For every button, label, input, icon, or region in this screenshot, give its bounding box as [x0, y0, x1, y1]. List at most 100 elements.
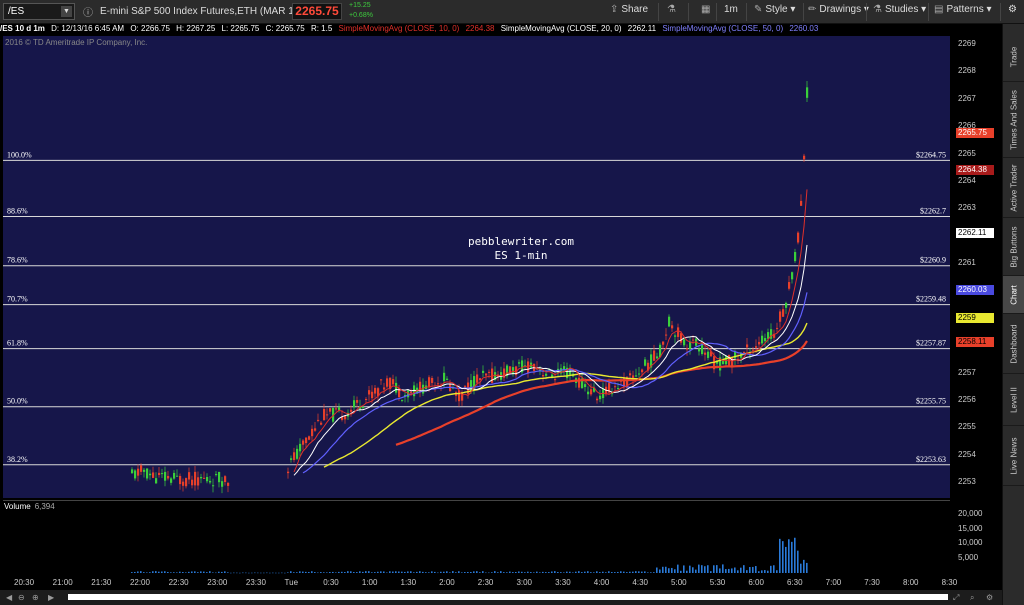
- tab-dashboard[interactable]: Dashboard: [1003, 314, 1024, 374]
- tab-trade[interactable]: Trade: [1003, 32, 1024, 82]
- price-axis[interactable]: [950, 36, 1002, 576]
- time-tick: 4:30: [632, 578, 648, 587]
- candle-body: [203, 477, 206, 479]
- candle-body: [629, 373, 632, 376]
- candle-body: [698, 348, 701, 352]
- chevron-down-icon[interactable]: ▼: [61, 6, 72, 17]
- zoom-out-icon[interactable]: ⊖: [18, 593, 25, 602]
- volume-bar: [539, 572, 541, 573]
- volume-bars: [131, 537, 808, 574]
- chevron-down-icon: ▾: [790, 4, 796, 15]
- sma10-value: 2264.38: [465, 24, 495, 33]
- scroll-right-icon[interactable]: ▶: [48, 593, 54, 602]
- volume-pane[interactable]: [3, 500, 950, 576]
- magnifier-icon[interactable]: ⌕: [970, 593, 974, 603]
- candle-body: [293, 452, 296, 461]
- candle-body: [149, 473, 152, 476]
- chart-id[interactable]: /ES 10 d 1m: [0, 24, 45, 33]
- info-icon[interactable]: ⓘ: [83, 4, 93, 19]
- fib-price-label: $2257.87: [916, 339, 946, 348]
- volume-bar: [617, 571, 619, 573]
- time-axis[interactable]: [0, 576, 1002, 590]
- time-tick: 2:00: [439, 578, 455, 587]
- candle-body: [401, 399, 404, 401]
- watermark-line2: ES 1-min: [495, 249, 548, 262]
- price-tick: 2269: [958, 39, 976, 48]
- price-tick: 2257: [958, 367, 976, 377]
- volume-bar: [137, 571, 139, 573]
- studies-label: Studies: [884, 4, 919, 15]
- patterns-button[interactable]: ▤ Patterns ▾: [934, 4, 992, 15]
- volume-bar: [182, 572, 184, 573]
- sma20-value: 2262.11: [627, 24, 657, 33]
- volume-bar: [629, 571, 631, 573]
- volume-bar: [407, 571, 409, 573]
- price-tick: 2265: [958, 148, 976, 158]
- volume-bar: [479, 572, 481, 573]
- volume-bar: [722, 564, 724, 573]
- time-tick: 21:00: [52, 578, 73, 587]
- volume-title: Volume: [4, 502, 31, 511]
- settings-icon[interactable]: ⚙: [986, 593, 993, 602]
- share-button[interactable]: ⇪ Share: [610, 4, 648, 15]
- volume-bar: [491, 572, 493, 573]
- expand-icon[interactable]: ⤢: [953, 593, 959, 603]
- studies-button[interactable]: ⚗ Studies ▾: [873, 4, 926, 15]
- candle-body: [668, 316, 671, 327]
- volume-bar: [146, 572, 148, 573]
- volume-bar: [404, 571, 406, 573]
- volume-bar: [521, 571, 523, 573]
- time-tick: 8:00: [902, 578, 919, 587]
- volume-bar: [215, 572, 217, 574]
- settings-button[interactable]: ⚙: [1008, 4, 1017, 15]
- zoom-in-icon[interactable]: ⊕: [32, 593, 39, 602]
- volume-bar: [416, 571, 418, 573]
- tab-active-trader[interactable]: Active Trader: [1003, 158, 1024, 218]
- scroll-track[interactable]: [68, 594, 948, 600]
- candle-body: [578, 377, 581, 388]
- candle-body: [617, 387, 620, 389]
- candle-body: [143, 469, 146, 472]
- volume-bar: [383, 571, 385, 573]
- volume-bar: [488, 572, 490, 574]
- tab-level-ii[interactable]: Level II: [1003, 374, 1024, 426]
- volume-bar: [356, 572, 358, 573]
- sma50-label[interactable]: SimpleMovingAvg (CLOSE, 50, 0): [662, 24, 783, 33]
- volume-bar: [626, 572, 628, 573]
- candle-body: [158, 472, 161, 476]
- drawings-label: Drawings: [819, 4, 862, 15]
- style-button[interactable]: ✎ Style ▾: [754, 4, 795, 15]
- price-chart[interactable]: 100.0% $2264.75 88.6% $2262.7 78.6% $2260.9 70…: [3, 36, 950, 498]
- tab-live-news[interactable]: Live News: [1003, 426, 1024, 486]
- drawings-button[interactable]: ✏Drawings ▾: [808, 4, 869, 15]
- interval-button[interactable]: 1m: [724, 4, 738, 15]
- time-tick: 21:30: [91, 578, 112, 587]
- sma20-label[interactable]: SimpleMovingAvg (CLOSE, 20, 0): [501, 24, 622, 33]
- flask-button[interactable]: ⚗: [667, 4, 679, 15]
- volume-bar: [422, 571, 424, 573]
- sma50-value: 2260.03: [789, 24, 819, 33]
- volume-bar: [545, 572, 547, 573]
- tab-big-buttons[interactable]: Big Buttons: [1003, 218, 1024, 276]
- grid-button[interactable]: ▦: [701, 4, 713, 15]
- sma10-line[interactable]: [293, 189, 808, 473]
- tab-label: Level II: [1009, 386, 1019, 413]
- sma10-label[interactable]: SimpleMovingAvg (CLOSE, 10, 0): [339, 24, 460, 33]
- candle-body: [161, 473, 164, 475]
- volume-bar: [611, 572, 613, 573]
- scroll-left-icon[interactable]: ◀: [6, 593, 12, 602]
- volume-bar: [371, 572, 373, 573]
- volume-bar: [338, 571, 340, 573]
- tab-times-and-sales[interactable]: Times And Sales: [1003, 82, 1024, 158]
- volume-bar: [665, 566, 667, 573]
- candles: [131, 80, 809, 494]
- tab-label: Live News: [1009, 437, 1019, 474]
- candle-body: [488, 371, 491, 373]
- symbol-selector[interactable]: /ES ▼: [3, 3, 75, 20]
- candle-body: [779, 311, 782, 322]
- volume-bar: [560, 572, 562, 573]
- candle-body: [755, 346, 758, 348]
- volume-tick: 5,000: [958, 552, 979, 562]
- tab-chart[interactable]: Chart: [1003, 276, 1024, 314]
- candle-body: [665, 334, 668, 336]
